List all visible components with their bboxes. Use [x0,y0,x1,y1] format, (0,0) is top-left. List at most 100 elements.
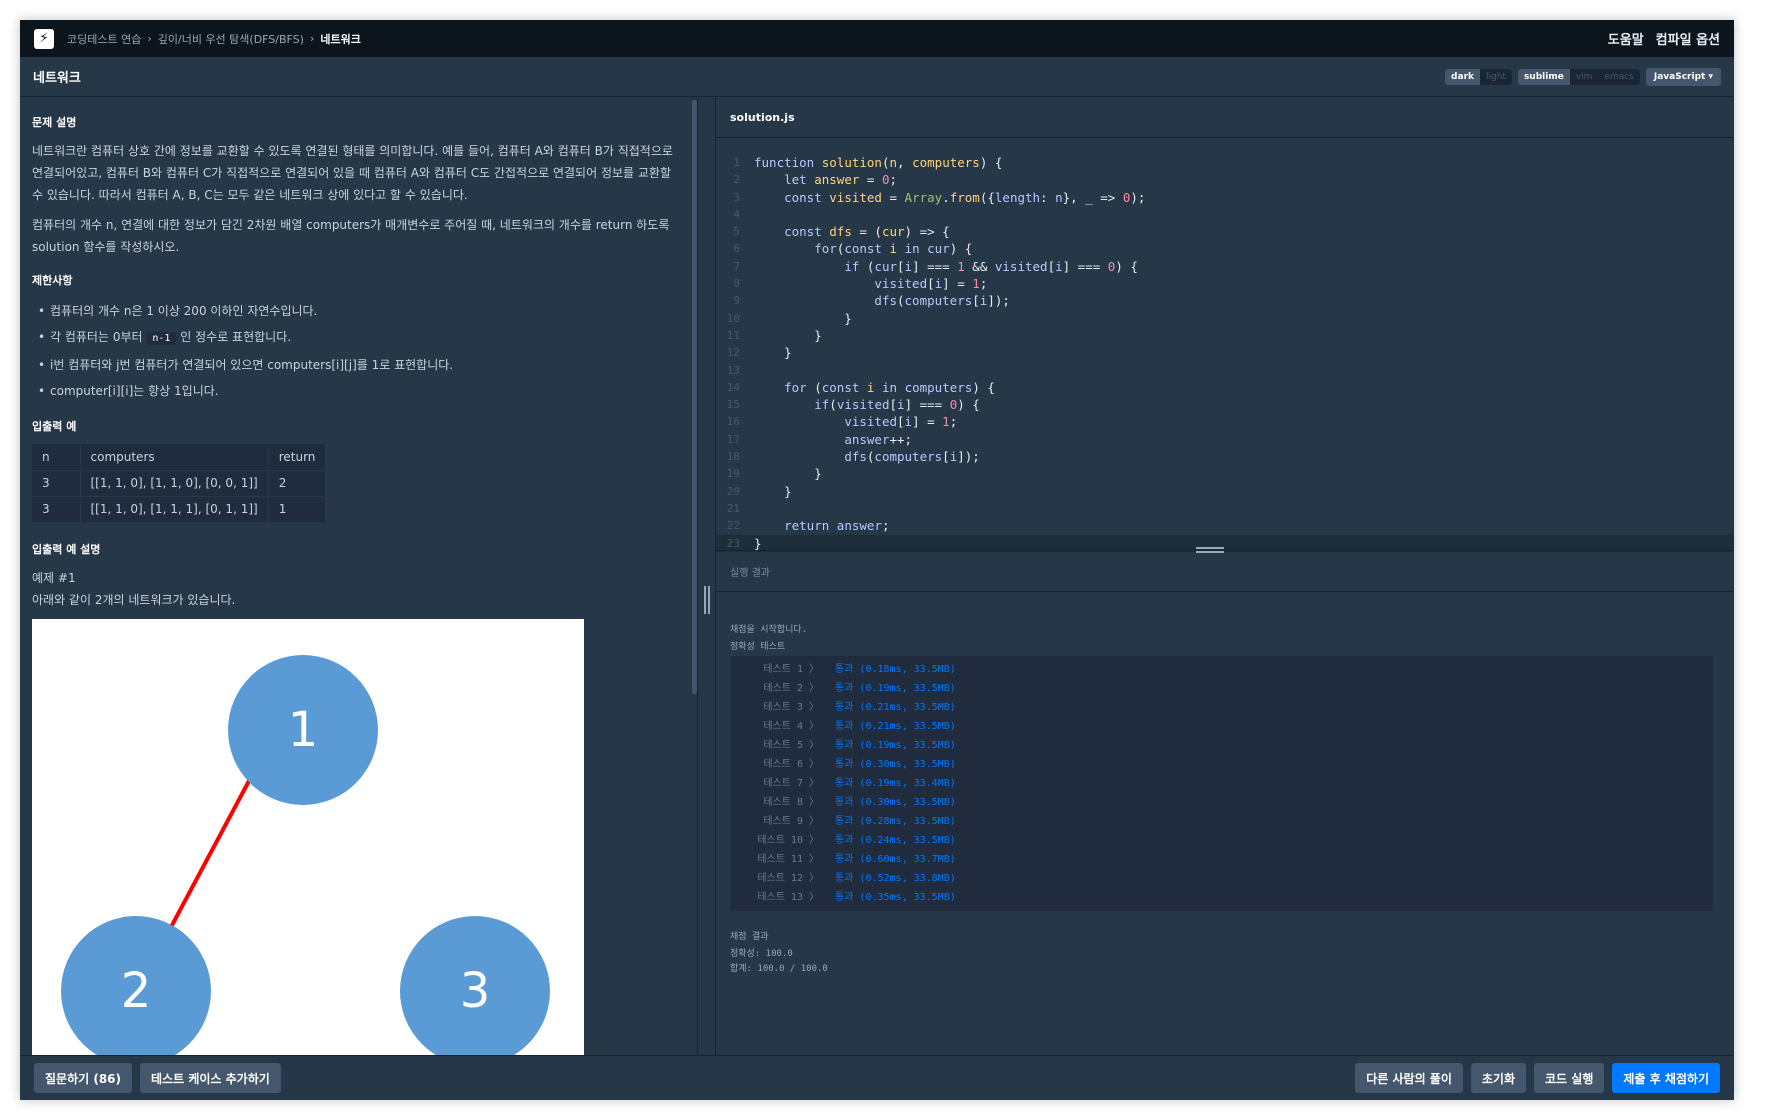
test-result-row: 테스트 2 〉 통과 (0.19ms, 33.5MB) [730,679,1713,698]
language-select[interactable]: JavaScript ▾ [1645,67,1721,86]
test-result-row: 테스트 5 〉 통과 (0.19ms, 33.5MB) [730,736,1713,755]
line-number: 10 [726,311,740,325]
help-link[interactable]: 도움말 [1608,29,1644,48]
test-result: 통과 (0.52ms, 33.8MB) [835,873,956,884]
line-number: 12 [726,346,740,360]
score-section: 채점 결과 정확성: 100.0 합계: 100.0 / 100.0 [730,927,1720,977]
test-name: 테스트 4 〉 [763,721,819,732]
theme-dark-option[interactable]: dark [1445,68,1480,85]
code-line: visited[i] = 1; [874,276,988,292]
resize-handle-icon[interactable] [1196,547,1224,553]
test-name: 테스트 13 〉 [757,892,819,903]
column-header: computers [79,444,269,471]
test-result-row: 테스트 6 〉 통과 (0.30ms, 33.5MB) [730,755,1713,774]
line-number: 17 [726,432,740,446]
keymap-vim-option[interactable]: vim [1570,69,1599,85]
caret-down-icon: ▾ [1708,71,1713,82]
test-name: 테스트 3 〉 [763,702,819,713]
score-heading: 채점 결과 [730,932,769,942]
logo-icon[interactable]: ⚡ [34,28,54,49]
constraints-list: 컴퓨터의 개수 n은 1 이상 200 이하인 자연수입니다. 각 컴퓨터는 0… [32,298,685,404]
line-number: 1 [733,156,740,169]
description-paragraph: 네트워크란 컴퓨터 상호 간에 정보를 교환할 수 있도록 연결된 형태를 의미… [32,144,673,202]
table-row: 3 [[1, 1, 0], [1, 1, 0], [0, 0, 1]] 2 [32,470,326,497]
constraint-text: 인 정수로 표현합니다. [180,330,292,344]
constraint-item: 각 컴퓨터는 0부터 n-1 인 정수로 표현합니다. [32,324,685,352]
test-result-row: 테스트 10 〉 통과 (0.24ms, 33.5MB) [730,831,1713,850]
test-result: 통과 (0.21ms, 33.5MB) [835,702,956,713]
breadcrumb-current: 네트워크 [320,32,361,46]
example-text: 아래와 같이 2개의 네트워크가 있습니다. [32,592,236,607]
reset-button[interactable]: 초기화 [1470,1063,1527,1093]
test-name: 테스트 7 〉 [763,778,819,789]
test-result-row: 테스트 12 〉 통과 (0.52ms, 33.8MB) [730,869,1713,888]
code-line: for(const i in cur) { [814,241,973,257]
submit-button[interactable]: 제출 후 채점하기 [1612,1063,1720,1093]
test-result: 통과 (0.18ms, 33.5MB) [835,664,956,675]
theme-light-option[interactable]: light [1480,69,1512,85]
graph-edge [168,777,252,930]
other-solutions-button[interactable]: 다른 사람의 풀이 [1355,1063,1463,1093]
test-name: 테스트 6 〉 [763,759,819,770]
table-cell: [[1, 1, 0], [1, 1, 0], [0, 0, 1]] [79,470,269,497]
code-editor[interactable]: 1 function solution(n, computers) { 2 let… [716,138,1734,552]
code-line: for (const i in computers) { [784,379,995,395]
test-result-row: 테스트 13 〉 통과 (0.35ms, 33.5MB) [730,888,1713,907]
test-name: 테스트 10 〉 [757,835,819,846]
breadcrumb-item[interactable]: 깊이/너비 우선 탐색(DFS/BFS) [158,31,304,47]
theme-toggle: dark light [1445,68,1512,85]
code-line: dfs(computers[i]); [844,449,980,465]
code-line: if (cur[i] === 1 && visited[i] === 0) { [844,258,1138,274]
inline-code: n-1 [146,332,177,345]
editor-panel: solution.js 1 function solution(n, comput… [716,98,1734,1055]
line-number: 22 [726,519,740,533]
table-cell: 2 [267,470,326,497]
test-result: 통과 (0.21ms, 33.5MB) [835,721,956,732]
test-result-row: 테스트 1 〉 통과 (0.18ms, 33.5MB) [730,660,1713,679]
add-testcase-button[interactable]: 테스트 케이스 추가하기 [140,1063,281,1093]
run-code-button[interactable]: 코드 실행 [1534,1063,1605,1093]
test-result: 통과 (0.19ms, 33.5MB) [835,740,956,751]
test-category: 정확성 테스트 [730,642,786,652]
code-line: visited[i] = 1; [844,414,958,430]
table-cell: [[1, 1, 0], [1, 1, 1], [0, 1, 1]] [79,496,269,523]
test-result-row: 테스트 11 〉 통과 (0.60ms, 33.7MB) [730,850,1713,869]
line-number: 18 [726,450,740,464]
result-header: 실행 결과 [716,547,1734,592]
panel-splitter[interactable] [697,98,716,1055]
test-result-row: 테스트 9 〉 통과 (0.28ms, 33.5MB) [730,812,1713,831]
line-number: 19 [726,467,740,481]
io-heading: 입출력 예 [32,420,77,433]
constraints-heading: 제한사항 [32,274,73,287]
keymap-sublime-option[interactable]: sublime [1517,68,1570,85]
test-name: 테스트 2 〉 [763,683,819,694]
file-tab[interactable]: solution.js [716,98,1734,138]
code-line: } [754,327,822,343]
line-number: 3 [733,190,740,204]
constraint-item: 컴퓨터의 개수 n은 1 이상 200 이하인 자연수입니다. [32,298,685,324]
top-nav: ⚡ 코딩테스트 연습 › 깊이/너비 우선 탐색(DFS/BFS) › 네트워크… [20,20,1734,57]
accuracy-score: 정확성: 100.0 [730,949,793,959]
constraint-item: i번 컴퓨터와 j번 컴퓨터가 연결되어 있으면 computers[i][j]… [32,352,685,378]
code-line: function solution(n, computers) { [754,155,1003,170]
splitter-handle-icon[interactable] [704,586,710,614]
result-output: 채점을 시작합니다. 정확성 테스트 테스트 1 〉 통과 (0.18ms, 33… [716,592,1734,977]
test-result: 통과 (0.30ms, 33.5MB) [835,797,956,808]
compile-options-link[interactable]: 컴파일 옵션 [1656,29,1720,48]
chevron-right-icon: › [147,32,152,45]
keymap-emacs-option[interactable]: emacs [1598,69,1639,85]
table-cell: 1 [267,496,326,523]
line-number: 14 [726,380,740,394]
title-bar: 네트워크 dark light sublime vim emacs JavaSc… [20,57,1734,97]
test-name: 테스트 9 〉 [763,816,819,827]
page-title: 네트워크 [33,71,81,86]
test-name: 테스트 5 〉 [763,740,819,751]
ask-question-button[interactable]: 질문하기 (86) [34,1063,133,1093]
problem-panel: 문제 설명 네트워크란 컴퓨터 상호 간에 정보를 교환할 수 있도록 연결된 … [20,98,697,1055]
code-line: } [754,345,792,361]
breadcrumb-item[interactable]: 코딩테스트 연습 [67,31,141,47]
table-row: 3 [[1, 1, 0], [1, 1, 1], [0, 1, 1]] 1 [32,496,326,523]
line-number: 11 [726,328,740,342]
